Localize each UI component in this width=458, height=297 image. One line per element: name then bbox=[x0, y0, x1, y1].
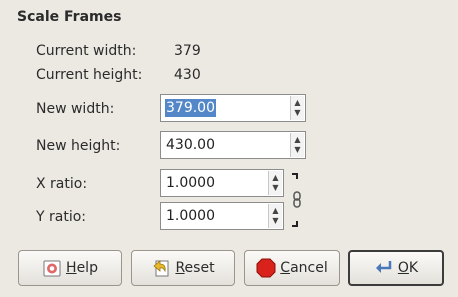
y-ratio-stepper[interactable]: ▲ ▼ bbox=[268, 204, 282, 228]
current-height-label: Current height: bbox=[36, 67, 143, 83]
reset-button[interactable]: Reset bbox=[131, 250, 235, 286]
cancel-label: Cancel bbox=[280, 260, 328, 276]
cancel-icon bbox=[256, 258, 276, 278]
new-height-stepper[interactable]: ▲ ▼ bbox=[290, 133, 304, 157]
spin-down-icon[interactable]: ▼ bbox=[291, 145, 304, 155]
ok-icon bbox=[375, 261, 392, 273]
new-height-spinbutton[interactable]: 430.00 ▲ ▼ bbox=[160, 131, 306, 159]
spin-up-icon[interactable]: ▲ bbox=[291, 135, 304, 145]
spin-up-icon[interactable]: ▲ bbox=[269, 173, 282, 183]
current-width-row: Current width: 379 bbox=[36, 43, 201, 59]
cancel-button[interactable]: Cancel bbox=[244, 250, 340, 286]
new-width-value[interactable]: 379.00 bbox=[165, 99, 216, 117]
spin-up-icon[interactable]: ▲ bbox=[291, 98, 304, 108]
x-ratio-value[interactable]: 1.0000 bbox=[166, 174, 215, 192]
spin-down-icon[interactable]: ▼ bbox=[269, 183, 282, 193]
ok-button[interactable]: OK bbox=[348, 250, 444, 286]
chain-link-icon[interactable] bbox=[290, 172, 306, 228]
new-height-value[interactable]: 430.00 bbox=[166, 136, 215, 154]
current-height-value: 430 bbox=[174, 67, 201, 83]
new-width-spinbutton[interactable]: 379.00 ▲ ▼ bbox=[160, 94, 306, 122]
y-ratio-spinbutton[interactable]: 1.0000 ▲ ▼ bbox=[160, 202, 284, 230]
new-height-label: New height: bbox=[36, 138, 121, 154]
spin-up-icon[interactable]: ▲ bbox=[269, 206, 282, 216]
x-ratio-label: X ratio: bbox=[36, 176, 88, 192]
help-button[interactable]: Help bbox=[18, 250, 122, 286]
y-ratio-label: Y ratio: bbox=[36, 209, 86, 225]
new-width-label: New width: bbox=[36, 101, 115, 117]
current-width-label: Current width: bbox=[36, 43, 137, 59]
spin-down-icon[interactable]: ▼ bbox=[269, 216, 282, 226]
current-width-value: 379 bbox=[174, 43, 201, 59]
x-ratio-spinbutton[interactable]: 1.0000 ▲ ▼ bbox=[160, 169, 284, 197]
help-label: Help bbox=[66, 260, 98, 276]
reset-label: Reset bbox=[175, 260, 215, 276]
spin-down-icon[interactable]: ▼ bbox=[291, 108, 304, 118]
ok-label: OK bbox=[397, 260, 419, 276]
current-height-row: Current height: 430 bbox=[36, 67, 201, 83]
dialog-title: Scale Frames bbox=[17, 9, 122, 25]
help-icon bbox=[43, 260, 61, 277]
x-ratio-stepper[interactable]: ▲ ▼ bbox=[268, 171, 282, 195]
reset-icon bbox=[153, 260, 169, 277]
new-width-stepper[interactable]: ▲ ▼ bbox=[290, 96, 304, 120]
y-ratio-value[interactable]: 1.0000 bbox=[166, 207, 215, 225]
